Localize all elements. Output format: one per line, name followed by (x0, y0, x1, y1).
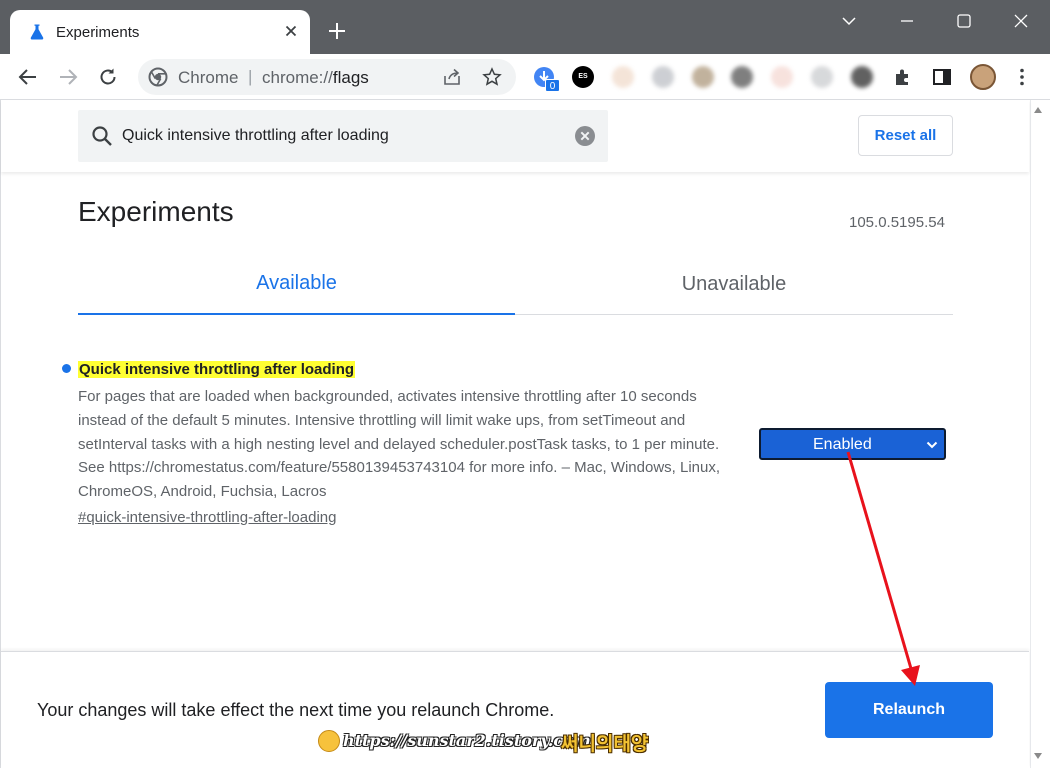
url-path: flags (332, 68, 369, 87)
tab-available[interactable]: Available (78, 262, 515, 315)
reset-all-button[interactable]: Reset all (858, 115, 953, 156)
profile-avatar[interactable] (970, 64, 996, 90)
flask-icon (30, 24, 44, 40)
bookmark-star-icon[interactable] (482, 67, 502, 87)
relaunch-button[interactable]: Relaunch (825, 682, 993, 738)
chevron-down-icon[interactable] (838, 10, 860, 32)
smiley-face-icon (318, 730, 340, 752)
maximize-icon[interactable] (953, 10, 975, 32)
version-label: 105.0.5195.54 (849, 214, 945, 231)
omnibox-separator: | (248, 67, 253, 86)
watermark-url: https://sunstar2.tistory.com (343, 731, 591, 750)
extension-icon[interactable] (652, 66, 674, 88)
share-icon[interactable] (442, 67, 462, 87)
search-icon (92, 126, 112, 146)
address-bar[interactable]: Chrome | chrome://flags (138, 59, 516, 95)
extension-icon[interactable] (731, 66, 753, 88)
search-box[interactable] (78, 110, 608, 162)
site-label: Chrome (178, 68, 239, 87)
browser-toolbar: Chrome | chrome://flags ES (0, 54, 1050, 100)
scrollbar[interactable] (1030, 100, 1050, 768)
scroll-up-arrow-icon[interactable] (1034, 107, 1042, 113)
scroll-down-arrow-icon[interactable] (1034, 753, 1042, 759)
minimize-icon[interactable] (896, 10, 918, 32)
relaunch-message: Your changes will take effect the next t… (37, 700, 555, 720)
search-input[interactable] (122, 122, 562, 150)
flag-state-select[interactable]: Enabled (759, 428, 946, 460)
flag-description: For pages that are loaded when backgroun… (78, 388, 721, 501)
kebab-menu-icon[interactable] (1011, 66, 1033, 88)
url-scheme: chrome:// (262, 68, 333, 87)
extension-icon[interactable] (771, 66, 793, 88)
forward-arrow-icon[interactable] (56, 65, 80, 89)
extension-icon[interactable] (612, 66, 634, 88)
extension-icon[interactable] (811, 66, 833, 88)
extension-icon[interactable] (851, 66, 873, 88)
url-text[interactable]: chrome://flags (262, 68, 369, 88)
chrome-icon (148, 67, 168, 87)
puzzle-extensions-icon[interactable] (892, 66, 914, 88)
flag-state-value: Enabled (813, 436, 872, 453)
tab-close-icon[interactable] (282, 22, 300, 40)
clear-search-icon[interactable] (574, 125, 596, 147)
tab-experiments[interactable]: Experiments (10, 10, 310, 54)
back-arrow-icon[interactable] (16, 65, 40, 89)
tab-strip: Experiments (0, 0, 1050, 54)
watermark-brand: 써니의태양 (561, 733, 649, 755)
reload-icon[interactable] (96, 65, 120, 89)
active-tab-indicator (78, 313, 515, 315)
tab-title: Experiments (56, 24, 140, 41)
extension-es-icon[interactable]: ES (572, 66, 594, 88)
chevron-down-icon (926, 441, 938, 449)
flag-permalink[interactable]: #quick-intensive-throttling-after-loadin… (78, 509, 336, 526)
modified-flag-dot (62, 364, 71, 373)
side-panel-icon[interactable] (931, 66, 953, 88)
tab-unavailable[interactable]: Unavailable (515, 262, 953, 315)
extension-badge: 0 (545, 79, 560, 92)
extension-icon[interactable] (692, 66, 714, 88)
page-title: Experiments (78, 196, 234, 227)
close-icon[interactable] (1010, 10, 1032, 32)
flag-title: Quick intensive throttling after loading (78, 361, 356, 378)
new-tab-plus-icon[interactable] (326, 20, 348, 42)
